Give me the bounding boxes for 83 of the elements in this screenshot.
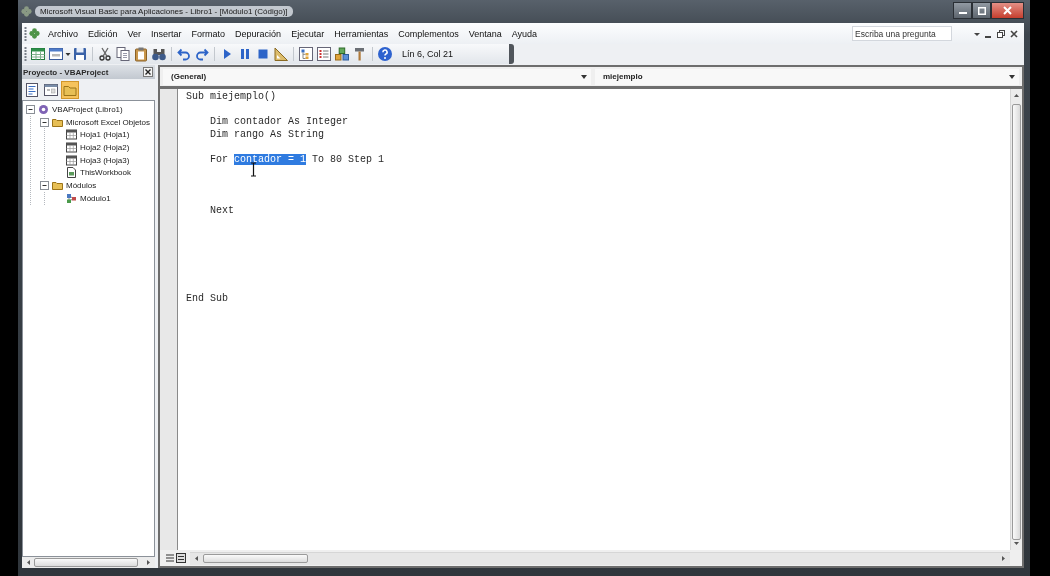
menu-item[interactable]: Ejecutar [286, 26, 330, 41]
scroll-right-icon[interactable] [1000, 555, 1007, 562]
scroll-right-icon[interactable] [145, 559, 152, 566]
scissors-icon[interactable] [97, 46, 113, 62]
code-text: Dim rango As String [210, 128, 325, 140]
redo-icon[interactable] [194, 46, 210, 62]
clover-icon [21, 6, 32, 17]
code-text: Dim contador As Integer [210, 116, 349, 128]
scroll-up-icon[interactable] [1013, 92, 1020, 99]
binoculars-icon[interactable] [151, 46, 167, 62]
menu-item[interactable]: Formato [186, 26, 231, 41]
undo-icon[interactable] [176, 46, 192, 62]
maximize-icon [977, 6, 986, 15]
collapse-icon[interactable] [26, 104, 35, 114]
tree-item[interactable]: ThisWorkbook [80, 168, 131, 178]
scrollbar-thumb[interactable] [203, 554, 308, 563]
cursor-position: Lín 6, Col 21 [402, 49, 454, 59]
scrollbar-thumb[interactable] [34, 558, 138, 567]
grip-icon[interactable] [24, 47, 27, 61]
tree-item[interactable]: Módulo1 [80, 193, 111, 203]
folder-tree-icon[interactable] [298, 46, 314, 62]
restore-icon[interactable] [997, 29, 1005, 38]
sheet-icon [66, 154, 77, 166]
menu-item[interactable]: Depuración [230, 26, 287, 41]
form-icon[interactable] [43, 81, 59, 98]
menu-item[interactable]: Ventana [463, 26, 507, 41]
sheet-icon [66, 129, 77, 141]
caret-icon [581, 74, 587, 79]
folder-icon [52, 179, 63, 191]
menu-item[interactable]: Edición [83, 26, 123, 41]
scroll-left-icon[interactable] [25, 559, 32, 566]
page-icon [66, 167, 77, 179]
menu-item[interactable]: Ver [122, 26, 147, 41]
framed-lines-icon[interactable] [176, 553, 186, 563]
caret-icon [1009, 74, 1015, 79]
minimize-button[interactable] [953, 2, 972, 19]
text-cursor-icon [250, 162, 257, 177]
ruler-icon[interactable] [273, 46, 289, 62]
grip-icon[interactable] [24, 26, 27, 41]
collapse-icon[interactable] [40, 117, 49, 127]
code-text: To 80 Step 1 [312, 154, 385, 166]
code-text: For [210, 154, 229, 166]
help-icon[interactable] [377, 46, 393, 62]
code-text: End Sub [186, 293, 228, 305]
clipboard-icon[interactable] [133, 46, 149, 62]
help-search-field[interactable]: Escriba una pregunta [852, 26, 952, 41]
menu-item[interactable]: Insertar [146, 26, 187, 41]
spreadsheet-icon[interactable] [30, 46, 46, 62]
code-text: Next [210, 204, 235, 216]
menu-item[interactable]: Herramientas [329, 26, 394, 41]
boxes-icon[interactable] [334, 46, 350, 62]
scrollbar-thumb[interactable] [1012, 104, 1021, 540]
nodes-icon [66, 192, 77, 204]
close-icon [1003, 6, 1012, 15]
code-text: Sub miejemplo() [186, 91, 276, 102]
tree-item[interactable]: Hoja1 (Hoja1) [80, 130, 130, 140]
tree-item[interactable]: Hoja2 (Hoja2) [80, 142, 130, 152]
tree-item[interactable]: Hoja3 (Hoja3) [80, 155, 130, 165]
clover-icon [29, 28, 40, 39]
sheet-icon [66, 141, 77, 153]
procedure-dropdown[interactable]: miejemplo [595, 68, 1019, 85]
scroll-left-icon[interactable] [193, 555, 200, 562]
close-icon[interactable] [1010, 29, 1018, 38]
collapse-icon[interactable] [40, 180, 49, 190]
menu-item[interactable]: Archivo [43, 26, 83, 41]
window-title: Microsoft Visual Basic para Aplicaciones - Libro1 - [Módulo1 (Código)] [35, 6, 293, 17]
list-icon[interactable] [316, 46, 332, 62]
close-button[interactable] [991, 2, 1024, 19]
menu-item[interactable]: Ayuda [506, 26, 543, 41]
folder-icon [52, 116, 63, 128]
close-icon[interactable] [143, 67, 153, 77]
selected-code-text: contador = 1 [234, 154, 307, 166]
maximize-button[interactable] [972, 2, 991, 19]
tree-item[interactable]: Módulos [66, 180, 97, 190]
tree-item[interactable]: VBAProject (Libro1) [52, 104, 123, 114]
window-icon[interactable] [48, 46, 64, 62]
ring-icon [38, 103, 49, 115]
code-page-icon[interactable] [24, 81, 40, 98]
tree-item[interactable]: Microsoft Excel Objetos [66, 117, 151, 127]
panel-title: Proyecto - VBAProject [23, 67, 109, 77]
copy-icon[interactable] [115, 46, 131, 62]
object-dropdown[interactable]: (General) [163, 68, 591, 85]
menu-item[interactable]: Complementos [393, 26, 464, 41]
